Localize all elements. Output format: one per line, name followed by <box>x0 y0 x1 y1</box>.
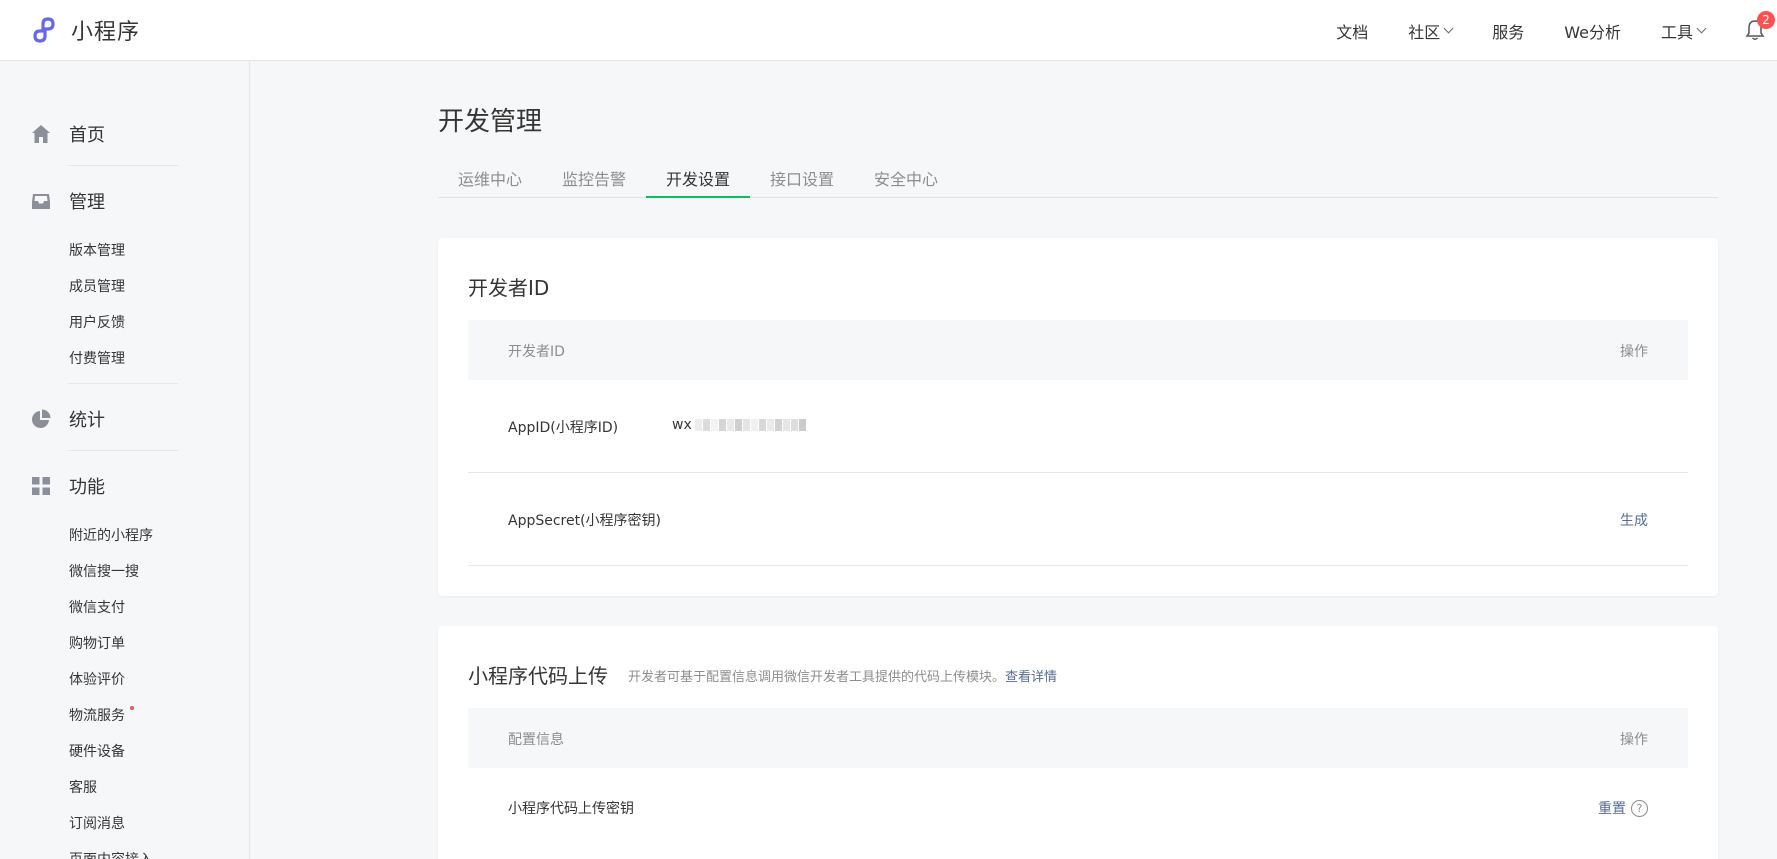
appid-masked-mosaic <box>694 419 806 431</box>
sidebar: 首页 管理 版本管理 成员管理 用户反馈 付费管理 统计 功能 附近的小程序 微… <box>0 61 250 859</box>
inbox-icon <box>32 194 50 209</box>
sidebar-divider <box>68 165 178 166</box>
nav-we-analytics[interactable]: We分析 <box>1564 19 1621 43</box>
pie-chart-icon <box>32 409 51 428</box>
sidebar-divider <box>68 450 178 451</box>
active-tab-indicator <box>646 196 750 198</box>
brand-name: 小程序 <box>71 20 141 45</box>
chevron-down-icon <box>1696 23 1707 34</box>
header-action: 操作 <box>1620 732 1648 748</box>
sidebar-subitem-content[interactable]: 页面内容接入 <box>69 849 153 859</box>
sidebar-item-features[interactable]: 功能 <box>30 473 105 499</box>
sidebar-item-manage[interactable]: 管理 <box>30 188 105 214</box>
sidebar-item-home[interactable]: 首页 <box>30 121 105 147</box>
nav-tools-label: 工具 <box>1660 22 1693 42</box>
code-upload-title: 小程序代码上传 <box>468 664 608 688</box>
sidebar-subitem-orders[interactable]: 购物订单 <box>69 633 125 653</box>
developer-id-table-header: 开发者ID 操作 <box>468 320 1688 380</box>
view-details-link[interactable]: 查看详情 <box>1005 670 1057 685</box>
top-nav-menu: 文档 社区 服务 We分析 工具 2 <box>1296 0 1777 61</box>
nav-docs[interactable]: 文档 <box>1336 19 1368 43</box>
header-developer-id: 开发者ID <box>508 344 565 360</box>
appid-prefix: wx <box>672 417 692 433</box>
reset-key-action: 重置 ? <box>1598 798 1648 818</box>
tab-ops-center[interactable]: 运维中心 <box>458 166 522 190</box>
brand-logo[interactable]: 小程序 <box>31 14 140 46</box>
sidebar-subitem-nearby[interactable]: 附近的小程序 <box>69 525 153 545</box>
sidebar-subitem-hardware[interactable]: 硬件设备 <box>69 741 125 761</box>
sidebar-subitem-reviews[interactable]: 体验评价 <box>69 669 125 689</box>
tab-monitoring[interactable]: 监控告警 <box>562 166 626 190</box>
sidebar-item-stats-label: 统计 <box>69 410 105 431</box>
nav-services-label: 服务 <box>1492 22 1525 42</box>
sidebar-subitem-logistics[interactable]: 物流服务 <box>69 705 134 725</box>
sidebar-divider <box>68 383 178 384</box>
header-config-info: 配置信息 <box>508 732 564 748</box>
nav-tools[interactable]: 工具 <box>1660 19 1707 43</box>
table-row: AppSecret(小程序密钥) 生成 <box>468 473 1688 566</box>
new-indicator-dot <box>130 706 134 710</box>
tab-security-center[interactable]: 安全中心 <box>874 166 938 190</box>
sidebar-subitem-logistics-label: 物流服务 <box>69 708 125 724</box>
table-row: 小程序代码上传密钥 重置 ? <box>468 768 1688 848</box>
sidebar-subitem-wechat-pay[interactable]: 微信支付 <box>69 597 125 617</box>
notification-button[interactable]: 2 <box>1745 10 1775 43</box>
appid-label: AppID(小程序ID) <box>508 420 619 436</box>
appsecret-label: AppSecret(小程序密钥) <box>508 513 662 529</box>
nav-community[interactable]: 社区 <box>1408 19 1454 43</box>
nav-services[interactable]: 服务 <box>1492 19 1524 43</box>
tab-bar: 运维中心 监控告警 开发设置 接口设置 安全中心 <box>438 159 1718 198</box>
code-upload-table-header: 配置信息 操作 <box>468 708 1688 768</box>
sidebar-subitem-search[interactable]: 微信搜一搜 <box>69 561 139 581</box>
chevron-down-icon <box>1443 23 1454 34</box>
miniprogram-logo-icon <box>33 17 55 43</box>
sidebar-item-home-label: 首页 <box>69 125 105 146</box>
code-upload-desc-text: 开发者可基于配置信息调用微信开发者工具提供的代码上传模块。 <box>628 670 1006 685</box>
sidebar-subitem-subscribe[interactable]: 订阅消息 <box>69 813 125 833</box>
grid-icon <box>32 477 50 495</box>
sidebar-item-manage-label: 管理 <box>69 192 105 213</box>
sidebar-subitem-version[interactable]: 版本管理 <box>69 240 125 260</box>
generate-secret-button[interactable]: 生成 <box>1620 510 1648 530</box>
developer-id-title: 开发者ID <box>468 276 550 300</box>
appid-value: wx <box>672 417 806 433</box>
header-action: 操作 <box>1620 344 1648 360</box>
tab-dev-settings[interactable]: 开发设置 <box>666 166 730 190</box>
sidebar-item-stats[interactable]: 统计 <box>30 406 105 432</box>
notification-badge: 2 <box>1757 10 1775 29</box>
sidebar-subitem-members[interactable]: 成员管理 <box>69 276 125 296</box>
top-navigation-bar: 小程序 文档 社区 服务 We分析 工具 2 <box>0 0 1777 61</box>
page-title: 开发管理 <box>438 107 543 137</box>
code-upload-card: 小程序代码上传 开发者可基于配置信息调用微信开发者工具提供的代码上传模块。查看详… <box>438 626 1718 859</box>
nav-we-analytics-label: We分析 <box>1564 22 1621 42</box>
developer-id-card: 开发者ID 开发者ID 操作 AppID(小程序ID) wx AppSecret… <box>438 238 1718 596</box>
sidebar-subitem-payment[interactable]: 付费管理 <box>69 348 125 368</box>
home-icon <box>32 125 50 143</box>
nav-community-label: 社区 <box>1408 22 1441 42</box>
sidebar-item-features-label: 功能 <box>69 477 105 498</box>
table-row: AppID(小程序ID) wx <box>468 380 1688 473</box>
help-icon[interactable]: ? <box>1631 799 1648 817</box>
nav-docs-label: 文档 <box>1336 22 1369 42</box>
code-upload-description: 开发者可基于配置信息调用微信开发者工具提供的代码上传模块。查看详情 <box>628 666 1057 685</box>
upload-key-label: 小程序代码上传密钥 <box>508 801 634 817</box>
tab-api-settings[interactable]: 接口设置 <box>770 166 834 190</box>
reset-key-button[interactable]: 重置 <box>1598 798 1626 818</box>
sidebar-subitem-feedback[interactable]: 用户反馈 <box>69 312 125 332</box>
sidebar-subitem-customer-service[interactable]: 客服 <box>69 777 97 797</box>
